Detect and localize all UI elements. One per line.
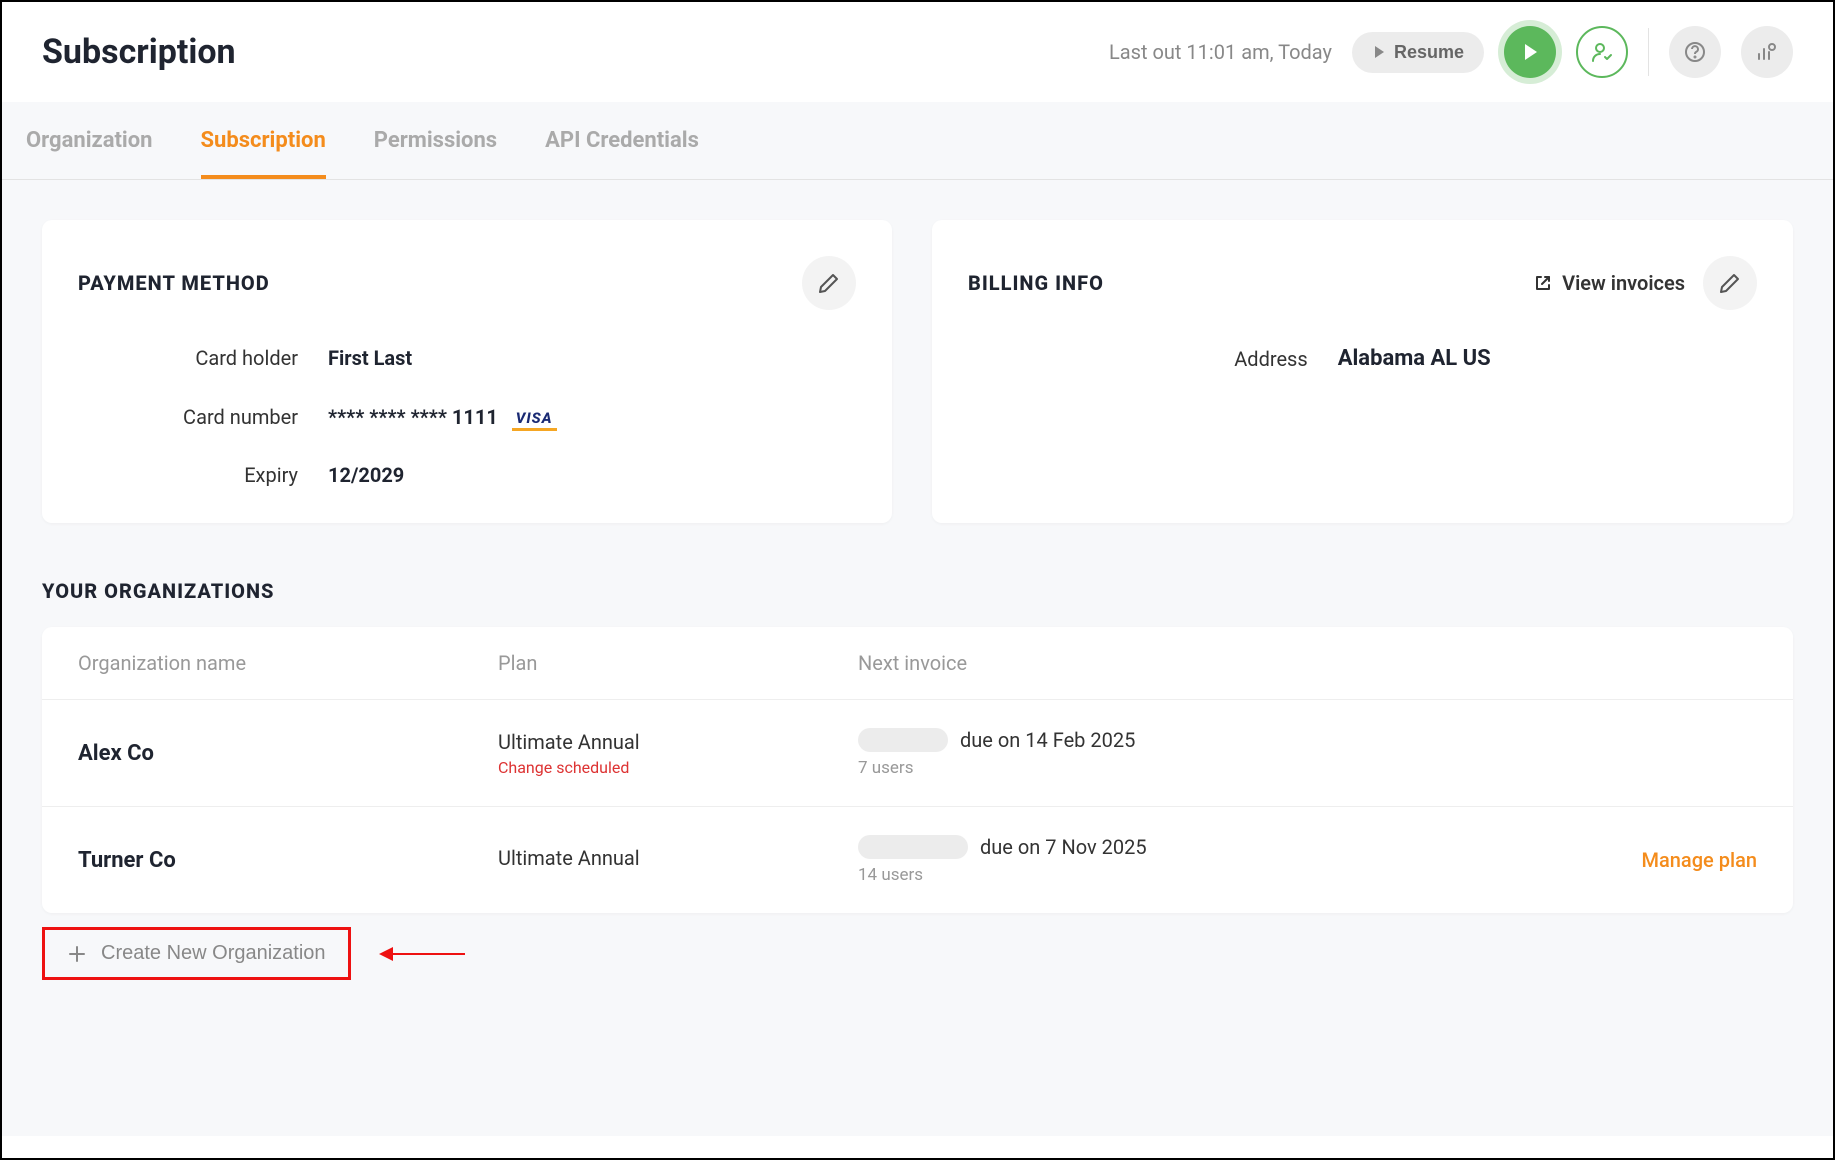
organizations-title: YOUR ORGANIZATIONS: [42, 579, 1793, 603]
invoice-line: due on 14 Feb 2025: [858, 728, 1557, 752]
users-text: 14 users: [858, 865, 1557, 885]
create-org-label: Create New Organization: [101, 942, 326, 965]
card-number-row: Card number **** **** **** 1111 VISA: [78, 402, 856, 431]
pencil-icon: [818, 272, 840, 294]
resume-button[interactable]: Resume: [1352, 32, 1484, 73]
settings-chart-button[interactable]: [1741, 26, 1793, 78]
card-holder-value: First Last: [328, 346, 412, 370]
arrow-left-icon: [379, 947, 393, 961]
table-row[interactable]: Alex Co Ultimate Annual Change scheduled…: [42, 699, 1793, 806]
card-header: PAYMENT METHOD: [78, 256, 856, 310]
play-icon: [1521, 43, 1539, 61]
plan-name: Ultimate Annual: [498, 846, 858, 870]
arrow-annotation: [379, 947, 465, 961]
header: Subscription Last out 11:01 am, Today Re…: [2, 2, 1833, 102]
arrow-line: [393, 953, 465, 955]
table-head: Organization name Plan Next invoice: [42, 627, 1793, 699]
page-title: Subscription: [42, 32, 236, 72]
card-holder-row: Card holder First Last: [78, 346, 856, 370]
tab-organization[interactable]: Organization: [26, 102, 153, 179]
card-number-text: **** **** **** 1111: [328, 405, 498, 429]
users-text: 7 users: [858, 758, 1557, 778]
card-brand: VISA: [516, 409, 553, 427]
address-value: Alabama AL US: [1338, 346, 1491, 371]
view-invoices-link[interactable]: View invoices: [1534, 271, 1685, 295]
org-name: Turner Co: [78, 848, 498, 873]
billing-address-row: Address Alabama AL US: [968, 346, 1757, 371]
settings-chart-icon: [1756, 41, 1778, 63]
plan-name: Ultimate Annual: [498, 730, 858, 754]
visa-badge: VISA: [512, 402, 557, 431]
external-link-icon: [1534, 274, 1552, 292]
card-number-value: **** **** **** 1111 VISA: [328, 402, 557, 431]
billing-header-links: View invoices: [1534, 256, 1757, 310]
org-plan-cell: Ultimate Annual Change scheduled: [498, 730, 858, 777]
plus-icon: [67, 944, 87, 964]
manage-plan-link[interactable]: Manage plan: [1642, 848, 1757, 872]
billing-info-card: BILLING INFO View invoices Address Alaba…: [932, 220, 1793, 523]
help-icon: [1684, 41, 1706, 63]
due-text: due on 7 Nov 2025: [980, 835, 1147, 859]
plan-note: Change scheduled: [498, 758, 858, 777]
card-number-label: Card number: [78, 405, 328, 429]
redacted-amount: [858, 835, 968, 859]
view-invoices-label: View invoices: [1562, 271, 1685, 295]
org-invoice-cell: due on 14 Feb 2025 7 users: [858, 728, 1557, 778]
cards-row: PAYMENT METHOD Card holder First Last Ca…: [42, 220, 1793, 523]
org-plan-cell: Ultimate Annual: [498, 846, 858, 874]
col-action: [1557, 651, 1757, 675]
col-plan: Plan: [498, 651, 858, 675]
due-text: due on 14 Feb 2025: [960, 728, 1135, 752]
payment-method-title: PAYMENT METHOD: [78, 271, 270, 295]
header-right: Last out 11:01 am, Today Resume: [1109, 26, 1793, 78]
content: PAYMENT METHOD Card holder First Last Ca…: [2, 180, 1833, 1136]
pencil-icon: [1719, 272, 1741, 294]
create-org-wrapper: Create New Organization: [42, 927, 1793, 980]
last-out-status: Last out 11:01 am, Today: [1109, 40, 1332, 64]
action-cell: Manage plan: [1557, 848, 1757, 872]
expiry-value: 12/2029: [328, 463, 404, 487]
redacted-amount: [858, 728, 948, 752]
resume-label: Resume: [1394, 42, 1464, 63]
help-button[interactable]: [1669, 26, 1721, 78]
org-invoice-cell: due on 7 Nov 2025 14 users: [858, 835, 1557, 885]
address-label: Address: [1234, 347, 1307, 371]
divider: [1648, 28, 1649, 76]
col-name: Organization name: [78, 651, 498, 675]
tab-api-credentials[interactable]: API Credentials: [545, 102, 699, 179]
card-holder-label: Card holder: [78, 346, 328, 370]
create-new-organization-button[interactable]: Create New Organization: [42, 927, 351, 980]
play-small-icon: [1372, 45, 1386, 59]
org-name: Alex Co: [78, 741, 498, 766]
edit-billing-button[interactable]: [1703, 256, 1757, 310]
expiry-row: Expiry 12/2029: [78, 463, 856, 487]
organizations-table: Organization name Plan Next invoice Alex…: [42, 627, 1793, 913]
tab-permissions[interactable]: Permissions: [374, 102, 497, 179]
table-row[interactable]: Turner Co Ultimate Annual due on 7 Nov 2…: [42, 806, 1793, 913]
tab-subscription[interactable]: Subscription: [201, 102, 326, 179]
tabs: Organization Subscription Permissions AP…: [2, 102, 1833, 180]
user-check-button[interactable]: [1576, 26, 1628, 78]
payment-method-card: PAYMENT METHOD Card holder First Last Ca…: [42, 220, 892, 523]
user-check-icon: [1590, 40, 1614, 64]
card-header: BILLING INFO View invoices: [968, 256, 1757, 310]
edit-payment-button[interactable]: [802, 256, 856, 310]
col-invoice: Next invoice: [858, 651, 1557, 675]
expiry-label: Expiry: [78, 463, 328, 487]
invoice-line: due on 7 Nov 2025: [858, 835, 1557, 859]
billing-info-title: BILLING INFO: [968, 271, 1104, 295]
play-button[interactable]: [1504, 26, 1556, 78]
